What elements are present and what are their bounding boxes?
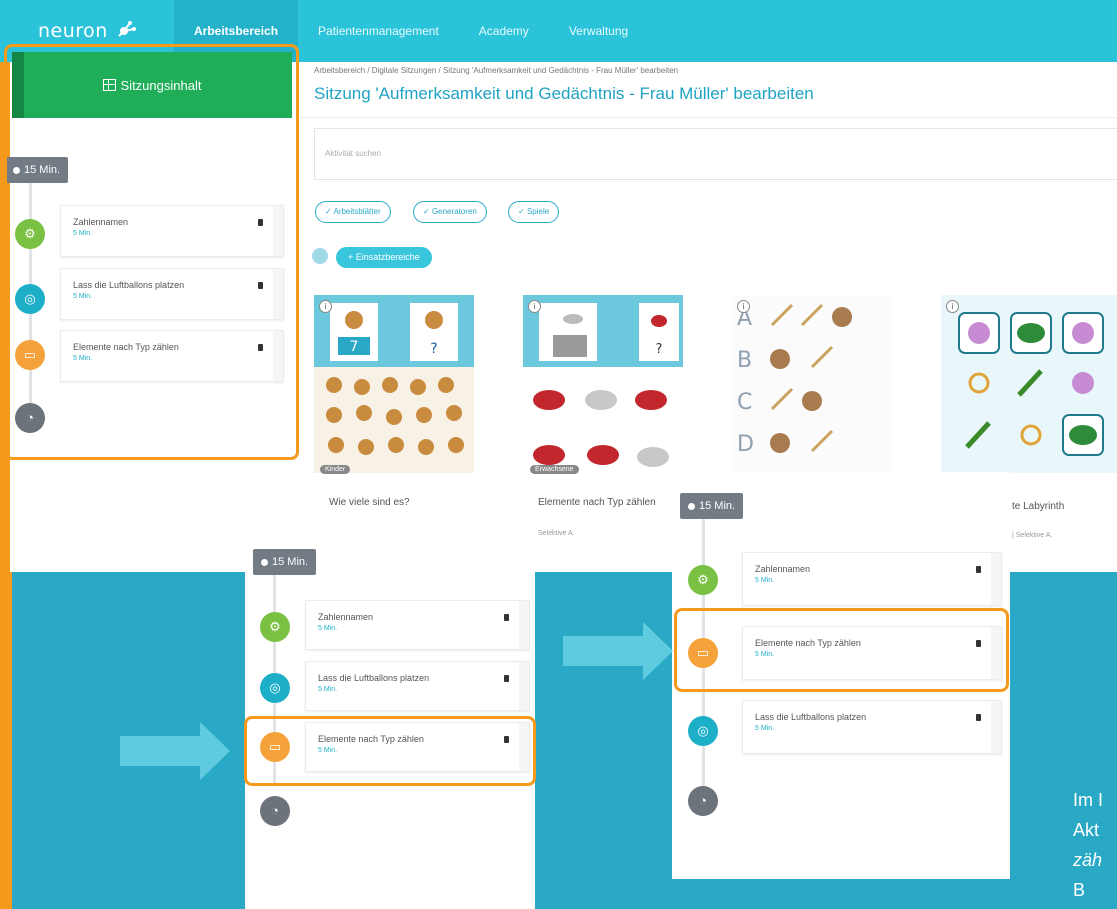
arrow-right-icon xyxy=(563,622,673,680)
clock-icon xyxy=(688,502,695,510)
nav-verwaltung[interactable]: Verwaltung xyxy=(549,0,648,62)
activity-duration: 5 Min. xyxy=(755,725,775,732)
tile-image-counting-animals: 7 ? xyxy=(314,295,474,455)
clock-add-icon[interactable]: ◔ xyxy=(688,786,718,816)
timer-label: 15 Min. xyxy=(272,556,309,568)
trash-icon[interactable] xyxy=(976,566,981,573)
info-icon[interactable]: i xyxy=(946,300,959,313)
sidebar-highlight-frame xyxy=(4,44,299,460)
highlight-frame-before xyxy=(244,716,536,786)
timer-label: 15 Min. xyxy=(699,500,736,512)
activity-name: Lass die Luftballons platzen xyxy=(755,712,867,722)
svg-text:7: 7 xyxy=(350,339,359,355)
arrow-right-icon xyxy=(120,722,230,780)
highlight-frame-after xyxy=(674,608,1009,692)
tile-title: Wie viele sind es? xyxy=(329,497,410,508)
einsatzbereiche-button[interactable]: + Einsatzbereiche xyxy=(336,247,432,268)
drag-handle[interactable] xyxy=(991,701,1001,753)
tile-image-letters: ABCD xyxy=(737,303,852,457)
tile-subtitle: Selektive A. xyxy=(538,530,575,537)
trash-icon[interactable] xyxy=(976,714,981,721)
caption-line: zäh xyxy=(1073,850,1103,870)
activity-duration: 5 Min. xyxy=(755,577,775,584)
trash-icon[interactable] xyxy=(504,614,509,621)
caption-text: Im I Akt zäh B xyxy=(1073,785,1103,905)
breadcrumb[interactable]: Arbeitsbereich / Digitale Sitzungen / Si… xyxy=(314,66,678,75)
activity-duration: 5 Min. xyxy=(318,625,338,632)
clock-add-icon[interactable]: ◔ xyxy=(260,796,290,826)
gears-icon: ⚙ xyxy=(260,612,290,642)
activity-card[interactable]: Zahlennamen 5 Min. xyxy=(742,552,1002,606)
filter-spiele[interactable]: ✓ Spiele xyxy=(508,201,560,223)
svg-text:B: B xyxy=(737,348,752,373)
caption-line: Im I xyxy=(1073,790,1103,810)
svg-text:?: ? xyxy=(430,341,437,357)
tag-badge: Kinder xyxy=(320,465,351,474)
activity-name: Lass die Luftballons platzen xyxy=(318,673,430,683)
tag-badge: Erwachsene xyxy=(530,465,579,474)
info-icon[interactable]: i xyxy=(737,300,750,313)
nav-academy[interactable]: Academy xyxy=(459,0,549,62)
page-title: Sitzung 'Aufmerksamkeit und Gedächtnis -… xyxy=(314,84,814,103)
info-icon[interactable]: i xyxy=(319,300,332,313)
search-placeholder: Aktivität suchen xyxy=(325,149,382,158)
filter-generatoren[interactable]: ✓ Generatoren xyxy=(413,201,487,223)
gamepad-icon: ◎ xyxy=(688,716,718,746)
trash-icon[interactable] xyxy=(504,675,509,682)
caption-line: B xyxy=(1073,880,1086,900)
drag-handle[interactable] xyxy=(519,601,529,649)
drag-handle[interactable] xyxy=(991,553,1001,605)
tile-title: te Labyrinth xyxy=(1012,501,1065,512)
clock-icon xyxy=(261,558,268,566)
filter-label: Generatoren xyxy=(431,207,477,216)
drag-handle[interactable] xyxy=(519,662,529,710)
svg-text:D: D xyxy=(737,432,754,457)
divider xyxy=(300,117,1117,118)
tile-title: Elemente nach Typ zählen xyxy=(538,497,656,508)
tile-subtitle: | Selektive A. xyxy=(1012,532,1053,539)
timer-badge: 15 Min. xyxy=(253,549,317,575)
caption-line: Akt xyxy=(1073,820,1100,840)
info-icon[interactable]: i xyxy=(528,300,541,313)
logo-icon xyxy=(118,21,137,37)
search-input[interactable]: Aktivität suchen xyxy=(314,128,1117,180)
timer-badge: 15 Min. xyxy=(680,493,744,519)
tile-image-pots: ? xyxy=(523,295,683,467)
activity-card[interactable]: Zahlennamen 5 Min. xyxy=(305,600,530,650)
gears-icon: ⚙ xyxy=(688,565,718,595)
tile-image-labyrinth xyxy=(958,312,1104,456)
svg-text:C: C xyxy=(737,390,752,415)
activity-card[interactable]: Lass die Luftballons platzen 5 Min. xyxy=(305,661,530,711)
activity-card[interactable]: Lass die Luftballons platzen 5 Min. xyxy=(742,700,1002,754)
filter-arbeitsblaetter[interactable]: ✓ Arbeitsblätter xyxy=(315,201,391,223)
activity-name: Zahlennamen xyxy=(318,612,374,622)
brain-icon xyxy=(312,248,328,264)
svg-text:?: ? xyxy=(656,342,663,357)
activity-tile[interactable]: i xyxy=(941,295,1117,473)
activity-name: Zahlennamen xyxy=(755,564,811,574)
gamepad-icon: ◎ xyxy=(260,673,290,703)
activity-tile[interactable]: 7 ? i xyxy=(314,295,474,473)
activity-tile[interactable]: ? i xyxy=(523,295,683,473)
filter-label: Spiele xyxy=(526,207,550,216)
nav-patientenmanagement[interactable]: Patientenmanagement xyxy=(298,0,459,62)
activity-tile[interactable]: ABCD i xyxy=(732,295,892,473)
filter-label: Arbeitsblätter xyxy=(333,207,381,216)
neuron-logo[interactable]: neuron xyxy=(38,20,138,42)
activity-duration: 5 Min. xyxy=(318,686,338,693)
